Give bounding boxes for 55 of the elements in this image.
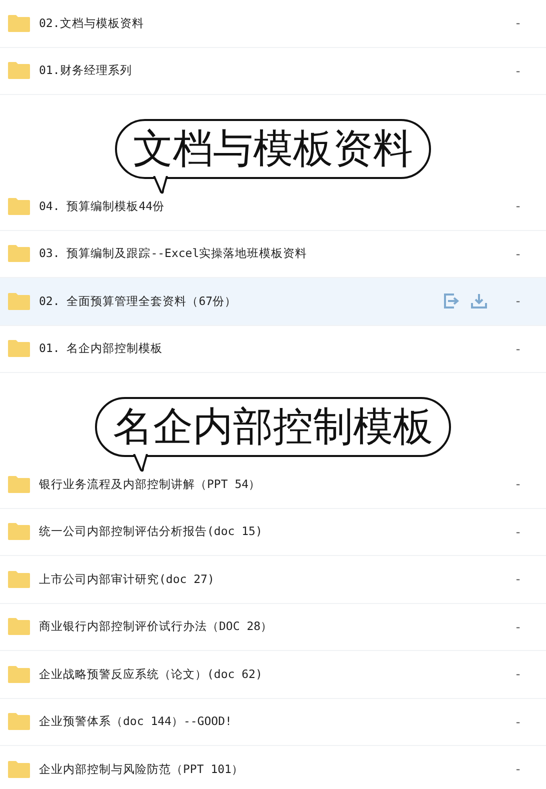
file-row[interactable]: 统一公司内部控制评估分析报告(doc 15) - bbox=[0, 508, 546, 556]
file-size: - bbox=[514, 199, 522, 214]
file-row[interactable]: 银行业务流程及内部控制讲解（PPT 54） - bbox=[0, 461, 546, 508]
file-name: 上市公司内部审计研究(doc 27) bbox=[39, 572, 216, 587]
file-name: 03. 预算编制及跟踪--Excel实操落地班模板资料 bbox=[39, 246, 308, 262]
file-size: - bbox=[514, 667, 522, 682]
file-row[interactable]: 企业预警体系（doc 144）--GOOD! - bbox=[0, 698, 546, 746]
file-row[interactable]: 企业内部控制与风险防范（PPT 101） - bbox=[0, 746, 546, 789]
download-icon[interactable] bbox=[470, 293, 488, 310]
file-size: - bbox=[514, 762, 522, 776]
file-name: 02. 全面预算管理全套资料（67份） bbox=[39, 294, 238, 309]
file-row[interactable]: 商业银行内部控制评价试行办法（DOC 28） - bbox=[0, 604, 546, 651]
file-size: - bbox=[514, 294, 522, 308]
folder-icon bbox=[7, 522, 31, 542]
file-name: 01.财务经理系列 bbox=[39, 63, 133, 78]
speech-bubble: 文档与模板资料 bbox=[115, 119, 431, 179]
folder-icon bbox=[7, 474, 31, 494]
file-size: - bbox=[514, 620, 522, 634]
file-row[interactable]: 01. 名企内部控制模板 - bbox=[0, 326, 546, 373]
file-size: - bbox=[514, 342, 522, 356]
file-name: 商业银行内部控制评价试行办法（DOC 28） bbox=[39, 619, 274, 634]
folder-icon bbox=[7, 14, 31, 33]
folder-icon bbox=[7, 339, 31, 358]
file-size: - bbox=[514, 524, 522, 539]
folder-icon bbox=[7, 292, 31, 311]
folder-icon bbox=[7, 61, 31, 80]
file-size: - bbox=[514, 714, 522, 729]
folder-icon bbox=[7, 244, 31, 264]
file-size: - bbox=[514, 572, 522, 586]
file-name: 统一公司内部控制评估分析报告(doc 15) bbox=[39, 524, 264, 540]
file-name: 企业战略预警反应系统（论文）(doc 62) bbox=[39, 666, 264, 682]
file-row[interactable]: 上市公司内部审计研究(doc 27) - bbox=[0, 556, 546, 604]
folder-icon bbox=[7, 760, 31, 779]
folder-icon bbox=[7, 617, 31, 636]
file-size: - bbox=[514, 246, 522, 261]
speech-bubble: 名企内部控制模板 bbox=[95, 397, 451, 457]
file-name: 企业预警体系（doc 144）--GOOD! bbox=[39, 714, 233, 730]
file-row[interactable]: 01.财务经理系列 - bbox=[0, 48, 546, 95]
folder-icon bbox=[7, 570, 31, 589]
folder-icon bbox=[7, 712, 31, 732]
share-icon[interactable] bbox=[443, 293, 461, 310]
file-name: 04. 预算编制模板44份 bbox=[39, 198, 166, 214]
file-size: - bbox=[514, 64, 522, 78]
file-name: 企业内部控制与风险防范（PPT 101） bbox=[39, 762, 244, 777]
file-row[interactable]: 04. 预算编制模板44份 - bbox=[0, 183, 546, 230]
file-size: - bbox=[514, 16, 522, 30]
file-row[interactable]: 企业战略预警反应系统（论文）(doc 62) - bbox=[0, 651, 546, 698]
file-name: 银行业务流程及内部控制讲解（PPT 54） bbox=[39, 476, 262, 492]
folder-icon bbox=[7, 196, 31, 216]
file-row[interactable]: 02. 全面预算管理全套资料（67份） - bbox=[0, 278, 546, 326]
file-name: 01. 名企内部控制模板 bbox=[39, 341, 164, 356]
file-size: - bbox=[514, 477, 522, 492]
file-name: 02.文档与模板资料 bbox=[39, 16, 145, 31]
file-row[interactable]: 02.文档与模板资料 - bbox=[0, 0, 546, 48]
folder-icon bbox=[7, 664, 31, 684]
